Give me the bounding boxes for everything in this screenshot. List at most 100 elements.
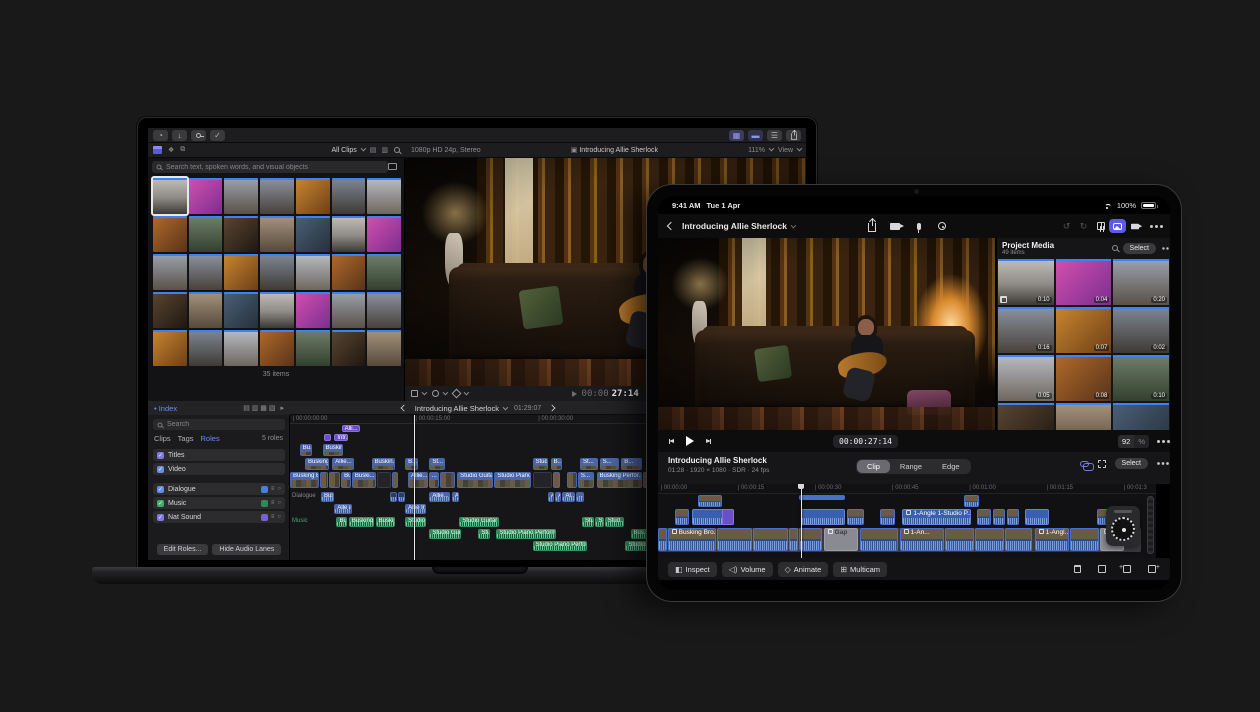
share-icon[interactable] xyxy=(868,223,876,232)
skip-back-icon[interactable] xyxy=(668,438,676,445)
mac-browser-thumb[interactable] xyxy=(189,330,223,366)
lane-tools-icons[interactable]: ▤ ▥ ▦ ▧ xyxy=(243,404,275,412)
index-search-input[interactable] xyxy=(153,419,285,430)
role-checkbox[interactable]: ✓ xyxy=(157,486,164,493)
mac-browser-thumb[interactable] xyxy=(296,178,330,214)
mac-timeline-clip[interactable]: Buskin... xyxy=(323,444,344,456)
play-icon[interactable] xyxy=(686,436,694,446)
media-item[interactable]: 0:02 xyxy=(1113,307,1169,353)
clapperboard-icon[interactable] xyxy=(153,146,162,154)
timeline-project-title[interactable]: Introducing Allie Sherlock xyxy=(415,404,506,413)
import-down-icon[interactable]: ↓ xyxy=(172,130,187,141)
ipad-timeline-clip[interactable] xyxy=(975,528,1004,551)
mac-timeline-clip[interactable]: St... xyxy=(595,517,603,527)
mac-browser-thumb[interactable] xyxy=(189,254,223,290)
ipad-timeline-clip[interactable] xyxy=(717,528,752,551)
mac-timeline-clip[interactable]: Studio Piano Performance xyxy=(533,541,587,551)
mac-timeline-clip[interactable]: Studio Guitar 01 P... xyxy=(459,517,499,527)
ipad-timeline-clip[interactable] xyxy=(1005,528,1032,551)
mac-timeline-clip[interactable]: Studio... xyxy=(405,517,426,527)
edit-roles-button[interactable]: Edit Roles... xyxy=(157,544,209,555)
mac-timeline-clip[interactable]: St... xyxy=(429,458,444,470)
ipad-timeline-clip[interactable] xyxy=(753,528,788,551)
mac-timeline-clip[interactable]: Bus... xyxy=(321,492,334,502)
role-row-music[interactable]: ✓Music≡○ xyxy=(153,497,285,509)
mac-browser-thumb[interactable] xyxy=(367,292,401,328)
role-lanes-icon[interactable]: ≡ xyxy=(271,486,275,492)
mac-timeline-clip[interactable]: Busk... xyxy=(336,517,346,527)
ellipsis-icon[interactable] xyxy=(1162,247,1164,249)
ipad-timeline-clip[interactable] xyxy=(1025,509,1049,525)
inspector-panel-icon[interactable]: ☰ xyxy=(767,130,782,141)
mac-timeline-clip[interactable]: Busking... xyxy=(349,517,374,527)
viewer-view-dropdown[interactable]: View xyxy=(778,147,800,154)
browser-grid-icon[interactable] xyxy=(1092,219,1109,233)
browser-view-icon[interactable]: ▦ xyxy=(729,130,744,141)
play-icon[interactable] xyxy=(572,391,577,397)
ipad-timecode[interactable]: 00:00:27:14 xyxy=(833,435,898,448)
ipad-timeline-clip[interactable]: 1-Angle 1-Studio P... xyxy=(902,509,971,525)
mac-browser-thumb[interactable] xyxy=(153,292,187,328)
media-item[interactable]: 0:05 xyxy=(998,355,1054,401)
mac-timeline-clip[interactable]: Stud... xyxy=(605,517,625,527)
ipad-timeline-clip[interactable] xyxy=(722,509,734,525)
camera-icon[interactable] xyxy=(890,223,900,230)
mac-timeline-clip[interactable]: Allie Inter... xyxy=(405,504,426,514)
effects-color-icon[interactable] xyxy=(452,389,462,399)
media-item[interactable]: 0:10 xyxy=(998,259,1054,305)
ipad-timeline-clip[interactable] xyxy=(789,528,798,551)
mac-timeline-clip[interactable]: A. xyxy=(452,492,459,502)
photos-audio-icon[interactable]: ❖ xyxy=(168,146,174,154)
mac-timeline-clip[interactable]: A xyxy=(555,492,561,502)
cursor-tool-icon[interactable]: ▸ xyxy=(280,404,284,412)
mac-browser-thumb[interactable] xyxy=(153,330,187,366)
mac-timeline-clip[interactable] xyxy=(390,492,397,502)
crop-icon[interactable] xyxy=(411,390,418,397)
mac-browser-thumb[interactable] xyxy=(332,330,366,366)
mac-browser-thumb[interactable] xyxy=(224,330,258,366)
redo-icon[interactable]: ↻ xyxy=(1075,219,1092,233)
ipad-timeline-clip[interactable] xyxy=(1007,509,1020,525)
mac-browser-thumb[interactable] xyxy=(153,216,187,252)
media-item[interactable]: 0:04 xyxy=(1056,259,1112,305)
ipad-timeline-clip[interactable] xyxy=(964,495,979,507)
mac-timeline-clip[interactable]: Busking B... xyxy=(305,458,329,470)
insert-before-icon[interactable] xyxy=(1123,565,1131,573)
index-tab-roles[interactable]: Roles xyxy=(201,434,220,443)
media-item[interactable] xyxy=(1056,403,1112,430)
mode-clip[interactable]: Clip xyxy=(857,460,890,473)
mac-browser-thumb[interactable] xyxy=(153,178,187,214)
role-solo-icon[interactable]: ○ xyxy=(277,500,281,506)
role-checkbox[interactable]: ✓ xyxy=(157,514,164,521)
mac-browser-thumb[interactable] xyxy=(367,216,401,252)
clip-filter-dropdown[interactable]: All Clips xyxy=(331,147,363,154)
hide-audio-lanes-button[interactable]: Hide Audio Lanes xyxy=(212,544,281,555)
role-solo-icon[interactable]: ○ xyxy=(277,486,281,492)
zoom-value[interactable]: 92 xyxy=(1118,435,1134,448)
browser-search-input[interactable] xyxy=(152,161,388,173)
voiceover-icon[interactable] xyxy=(938,222,946,230)
mac-browser-thumb[interactable] xyxy=(296,216,330,252)
role-row-dialogue[interactable]: ✓Dialogue≡○ xyxy=(153,483,285,495)
role-checkbox[interactable]: ✓ xyxy=(157,500,164,507)
mac-timeline-clip[interactable] xyxy=(324,434,331,441)
mac-browser-thumb[interactable] xyxy=(189,292,223,328)
mac-timeline-clip[interactable]: S... xyxy=(600,458,620,470)
media-item[interactable] xyxy=(998,403,1054,430)
mac-timeline-clip[interactable]: Allie... xyxy=(332,458,354,470)
mac-timeline-clip[interactable] xyxy=(377,472,391,488)
ellipsis-icon[interactable] xyxy=(1157,462,1160,465)
mac-timeline-clip[interactable] xyxy=(567,472,577,488)
ellipsis-icon[interactable] xyxy=(1143,219,1160,233)
list-view-icon[interactable]: ▥ xyxy=(381,146,388,154)
index-tab-clips[interactable]: Clips xyxy=(154,434,171,443)
mac-browser-thumb[interactable] xyxy=(367,178,401,214)
mac-browser-thumb[interactable] xyxy=(332,292,366,328)
key-icon[interactable] xyxy=(191,130,206,141)
prev-project-icon[interactable] xyxy=(400,405,407,412)
role-row-titles[interactable]: ✓Titles xyxy=(153,449,285,461)
viewer-zoom-dropdown[interactable]: 111% xyxy=(748,147,772,154)
skip-forward-icon[interactable] xyxy=(704,438,712,445)
media-item[interactable]: 0:10 xyxy=(1113,355,1169,401)
media-select-button[interactable]: Select xyxy=(1123,243,1156,254)
